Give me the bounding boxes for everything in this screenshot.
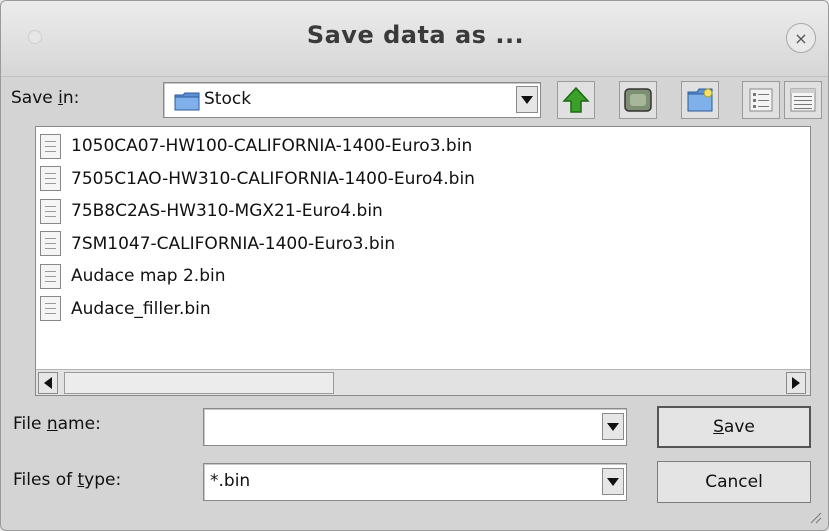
file-name-text: 7SM1047-CALIFORNIA-1400-Euro3.bin xyxy=(71,233,396,254)
document-icon xyxy=(40,166,61,191)
save-in-value: Stock xyxy=(204,89,252,109)
list-view-icon xyxy=(749,88,773,112)
scroll-left-button[interactable] xyxy=(38,372,58,394)
arrow-left-icon xyxy=(44,377,52,389)
desktop-icon xyxy=(624,88,652,112)
up-one-level-button[interactable] xyxy=(557,81,595,119)
document-icon xyxy=(40,198,61,224)
file-list-item[interactable]: Audace_filler.bin xyxy=(40,294,211,324)
document-icon xyxy=(40,296,61,321)
file-type-dropdown-button[interactable] xyxy=(602,468,624,495)
dialog-title: Save data as ... xyxy=(306,21,525,49)
cancel-button[interactable]: Cancel xyxy=(657,461,811,503)
arrow-right-icon xyxy=(792,377,800,389)
file-name-text: 7505C1AO-HW310-CALIFORNIA-1400-Euro4.bin xyxy=(71,168,475,189)
file-name-text: Audace map 2.bin xyxy=(71,266,226,286)
file-list-item[interactable]: 7SM1047-CALIFORNIA-1400-Euro3.bin xyxy=(40,229,395,259)
horizontal-scrollbar[interactable] xyxy=(36,369,810,395)
save-dialog: Save data as ... × Save in: Stock 1050CA… xyxy=(0,0,829,531)
save-in-dropdown-button[interactable] xyxy=(516,86,538,113)
file-name-combo[interactable] xyxy=(203,408,627,446)
list-view-button[interactable] xyxy=(742,81,780,119)
file-name-text: 1050CA07-HW100-CALIFORNIA-1400-Euro3.bin xyxy=(71,136,473,156)
resize-grip-icon[interactable] xyxy=(808,510,822,524)
file-type-combo[interactable]: *.bin xyxy=(203,463,627,501)
file-name-text: 75B8C2AS-HW310-MGX21-Euro4.bin xyxy=(71,201,383,221)
file-name-text: Audace_filler.bin xyxy=(71,298,211,319)
document-icon xyxy=(40,263,61,289)
file-type-value: *.bin xyxy=(210,471,251,491)
details-view-icon xyxy=(790,88,816,112)
save-button-label: Save xyxy=(713,417,755,437)
new-folder-icon xyxy=(687,88,713,112)
chevron-down-icon xyxy=(521,95,533,104)
close-button[interactable]: × xyxy=(786,23,816,53)
document-icon xyxy=(40,133,61,159)
chevron-down-icon xyxy=(607,422,619,431)
folder-icon xyxy=(174,92,200,111)
title-bar[interactable]: Save data as ... × xyxy=(1,1,828,77)
desktop-button[interactable] xyxy=(619,81,657,119)
cancel-button-label: Cancel xyxy=(705,472,763,492)
file-name-dropdown-button[interactable] xyxy=(602,413,624,440)
chevron-down-icon xyxy=(607,477,619,486)
file-name-label: File name: xyxy=(13,414,101,434)
file-type-label: Files of type: xyxy=(13,470,122,490)
file-list-item[interactable]: 7505C1AO-HW310-CALIFORNIA-1400-Euro4.bin xyxy=(40,164,475,194)
save-in-combo[interactable]: Stock xyxy=(163,82,541,118)
details-view-button[interactable] xyxy=(784,81,822,119)
file-list-item[interactable]: 1050CA07-HW100-CALIFORNIA-1400-Euro3.bin xyxy=(40,131,472,161)
up-folder-icon xyxy=(562,86,590,113)
new-folder-button[interactable] xyxy=(681,81,719,119)
file-list-item[interactable]: 75B8C2AS-HW310-MGX21-Euro4.bin xyxy=(40,196,383,226)
file-list[interactable]: 1050CA07-HW100-CALIFORNIA-1400-Euro3.bin… xyxy=(35,126,811,396)
scroll-thumb[interactable] xyxy=(64,372,334,394)
file-list-item[interactable]: Audace map 2.bin xyxy=(40,261,226,291)
save-in-label: Save in: xyxy=(11,88,80,108)
scroll-right-button[interactable] xyxy=(786,372,806,394)
close-icon: × xyxy=(794,28,808,48)
save-button[interactable]: Save xyxy=(657,406,811,448)
document-icon xyxy=(40,231,61,256)
